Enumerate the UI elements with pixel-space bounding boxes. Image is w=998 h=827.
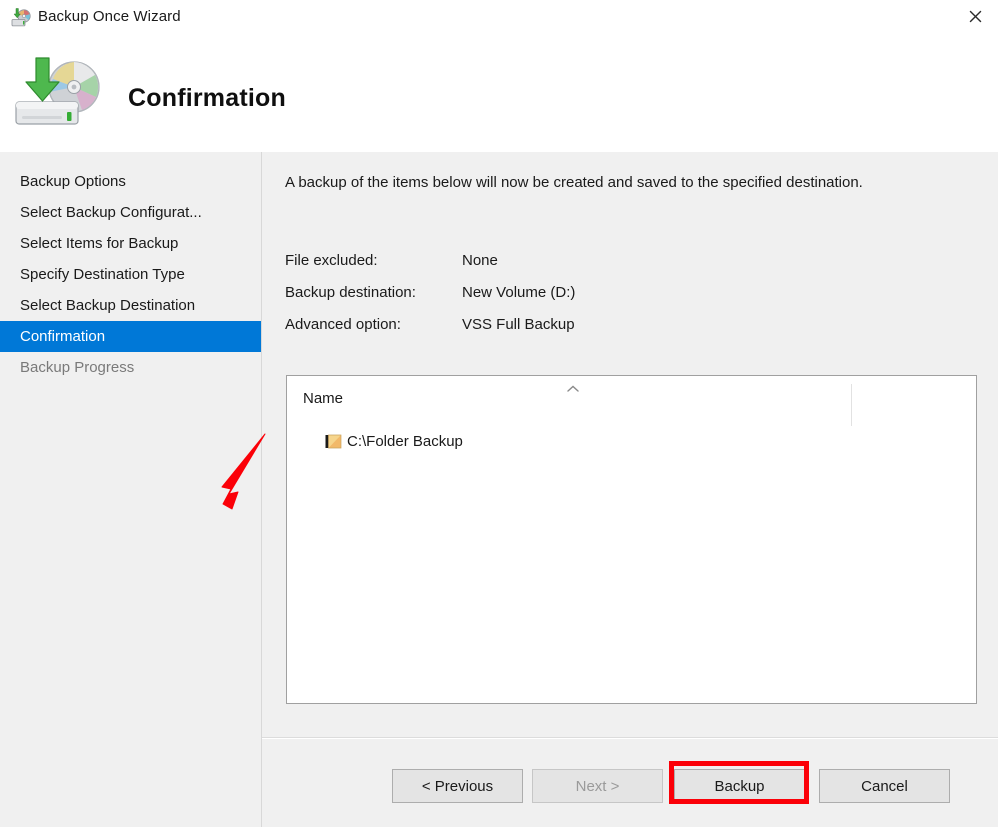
close-icon[interactable] (952, 0, 998, 32)
detail-label-file-excluded: File excluded: (285, 251, 378, 269)
backup-summary-details: File excluded: None Backup destination: … (285, 244, 885, 340)
wizard-step-list: Backup Options Select Backup Configurat.… (0, 166, 261, 383)
body-area: Backup Options Select Backup Configurat.… (0, 152, 998, 827)
cancel-button[interactable]: Cancel (819, 769, 950, 803)
sidebar-item-backup-progress: Backup Progress (20, 359, 135, 376)
detail-value-backup-destination: New Volume (D:) (462, 283, 576, 301)
backup-disk-icon (10, 7, 32, 29)
title-bar: Backup Once Wizard (0, 0, 998, 40)
intro-text: A backup of the items below will now be … (285, 174, 863, 191)
list-item[interactable]: C:\Folder Backup (287, 428, 976, 454)
footer-button-bar: < Previous Next > Backup Cancel (262, 738, 998, 827)
next-button: Next > (532, 769, 663, 803)
column-header-name[interactable]: Name (303, 390, 343, 407)
header-banner: Confirmation (0, 40, 998, 152)
listbox-header: Name (287, 376, 976, 426)
sort-ascending-icon[interactable] (565, 381, 581, 392)
main-content-pane: A backup of the items below will now be … (262, 152, 998, 827)
sidebar-item-confirmation[interactable]: Confirmation (0, 321, 261, 352)
page-title: Confirmation (128, 84, 286, 112)
sidebar-item-backup-options[interactable]: Backup Options (0, 166, 261, 197)
sidebar-item-select-backup-destination[interactable]: Select Backup Destination (0, 290, 261, 321)
detail-row-advanced-option: Advanced option: VSS Full Backup (285, 308, 885, 340)
detail-label-advanced-option: Advanced option: (285, 315, 401, 333)
wizard-sidebar: Backup Options Select Backup Configurat.… (0, 152, 262, 827)
window-title: Backup Once Wizard (38, 8, 181, 25)
sidebar-item-specify-destination-type[interactable]: Specify Destination Type (0, 259, 261, 290)
backup-disk-large-icon (8, 54, 112, 138)
detail-value-advanced-option: VSS Full Backup (462, 315, 575, 333)
column-divider[interactable] (851, 384, 852, 426)
sidebar-item-select-backup-configuration[interactable]: Select Backup Configurat... (0, 197, 261, 228)
backup-button[interactable]: Backup (674, 769, 805, 803)
backup-items-listbox[interactable]: Name C:\Folder Backup (286, 375, 977, 704)
listbox-rows: C:\Folder Backup (287, 428, 976, 454)
detail-value-file-excluded: None (462, 251, 498, 269)
sidebar-item-select-items-for-backup[interactable]: Select Items for Backup (0, 228, 261, 259)
folder-icon (325, 434, 342, 449)
list-item-label: C:\Folder Backup (347, 432, 463, 450)
previous-button[interactable]: < Previous (392, 769, 523, 803)
detail-row-backup-destination: Backup destination: New Volume (D:) (285, 276, 885, 308)
detail-label-backup-destination: Backup destination: (285, 283, 416, 301)
detail-row-file-excluded: File excluded: None (285, 244, 885, 276)
backup-once-wizard-window: Backup Once Wizard Confirmation Backup O… (0, 0, 998, 827)
